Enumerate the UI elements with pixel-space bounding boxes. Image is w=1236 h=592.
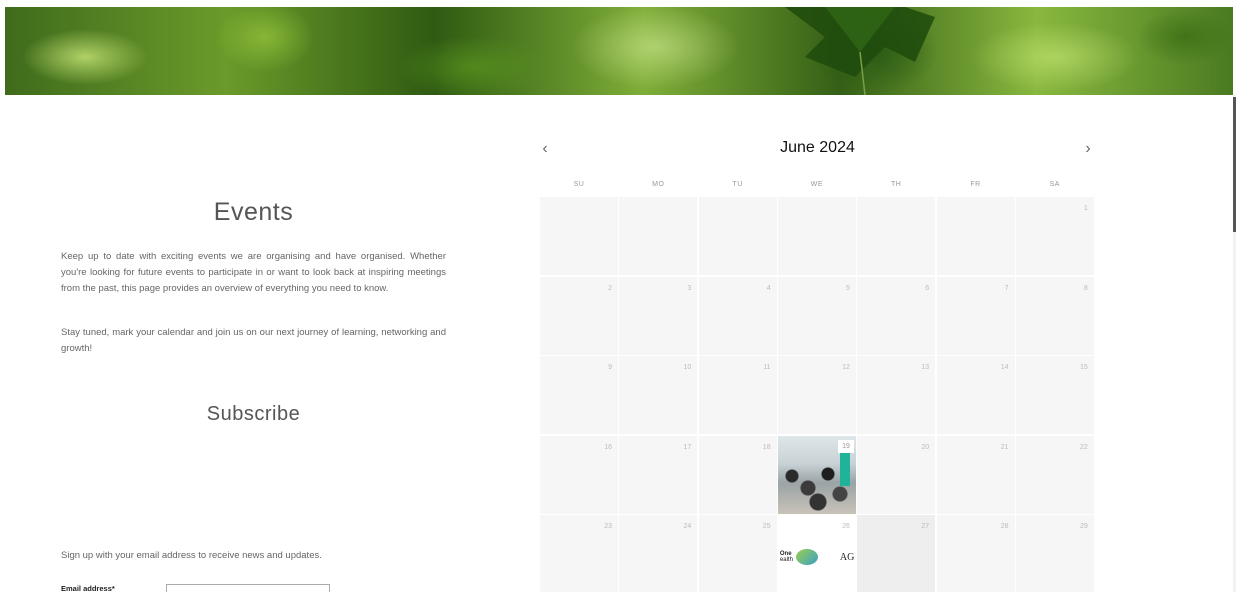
- calendar-day-empty: [698, 197, 777, 275]
- calendar-day-16[interactable]: 16: [540, 435, 618, 514]
- calendar-day-empty: [857, 197, 936, 275]
- calendar-day-22[interactable]: 22: [1015, 435, 1094, 514]
- calendar-next-button[interactable]: ›: [1080, 140, 1096, 158]
- calendar-day-10[interactable]: 10: [619, 356, 698, 434]
- day-number: 8: [1083, 284, 1088, 292]
- weekday-tu: TU: [732, 181, 743, 188]
- day-number: 21: [1000, 443, 1009, 451]
- hero-banner: [5, 7, 1233, 95]
- calendar-day-23[interactable]: 23: [540, 515, 618, 592]
- events-intro-paragraph: Keep up to date with exciting events we …: [61, 251, 446, 294]
- calendar-day-13[interactable]: 13: [857, 356, 936, 434]
- calendar-day-29[interactable]: 29: [1015, 515, 1094, 592]
- day-number: 22: [1080, 443, 1088, 451]
- calendar-day-20[interactable]: 20: [857, 435, 936, 514]
- calendar-day-1[interactable]: 1: [1015, 197, 1094, 275]
- calendar-day-21[interactable]: 21: [936, 435, 1015, 514]
- day-number: 2: [608, 284, 612, 292]
- calendar-day-12[interactable]: 12: [777, 356, 856, 434]
- day-number: 15: [1080, 364, 1088, 371]
- day-number: 12: [842, 364, 850, 371]
- calendar-day-25[interactable]: 25: [698, 515, 777, 592]
- day-number: 5: [845, 284, 850, 292]
- subscribe-heading: Subscribe: [206, 403, 301, 425]
- day-number: 16: [604, 443, 612, 451]
- calendar-day-5[interactable]: 5: [777, 276, 856, 355]
- calendar-day-empty: [540, 197, 618, 275]
- weekday-mo: MO: [652, 181, 665, 188]
- ag-logo: AG: [839, 552, 855, 563]
- day-number: 9: [608, 364, 612, 371]
- calendar-day-26[interactable]: One ealth AG 26: [777, 515, 856, 592]
- calendar-prev-button[interactable]: ‹: [537, 140, 553, 158]
- email-label: Email address*: [61, 584, 115, 592]
- calendar-day-19[interactable]: 19: [777, 435, 856, 514]
- calendar-day-empty: [936, 197, 1015, 275]
- signup-text: Sign up with your email address to recei…: [61, 550, 322, 561]
- weekday-fr: FR: [970, 181, 981, 188]
- calendar-day-15[interactable]: 15: [1015, 356, 1094, 434]
- calendar-day-14[interactable]: 14: [936, 356, 1015, 434]
- day-number: 25: [762, 523, 771, 530]
- day-number: 7: [1004, 284, 1009, 292]
- weekday-th: TH: [891, 181, 902, 188]
- calendar-day-empty: [777, 197, 856, 275]
- day-number: 3: [687, 284, 692, 292]
- events-heading: Events: [213, 198, 294, 226]
- calendar-day-3[interactable]: 3: [619, 276, 698, 355]
- day-number: 11: [763, 364, 771, 371]
- weekday-sa: SA: [1049, 181, 1060, 188]
- day-number: 20: [921, 443, 930, 451]
- weekday-su: SU: [573, 181, 585, 188]
- calendar-day-17[interactable]: 17: [619, 435, 698, 514]
- day-number: 19: [838, 439, 854, 453]
- calendar-day-4[interactable]: 4: [698, 276, 777, 355]
- day-number: 13: [921, 364, 930, 371]
- calendar-month-title: June 2024: [780, 139, 855, 156]
- day-number: 10: [683, 364, 692, 371]
- chevron-left-icon: ‹: [542, 140, 548, 157]
- calendar-day-28[interactable]: 28: [936, 515, 1015, 592]
- calendar-day-9[interactable]: 9: [540, 356, 618, 434]
- day-number: 27: [921, 523, 930, 530]
- chevron-right-icon: ›: [1085, 140, 1091, 157]
- calendar-day-24[interactable]: 24: [619, 515, 698, 592]
- day-number: 24: [683, 523, 692, 530]
- calendar-day-11[interactable]: 11: [698, 356, 777, 434]
- partner-logo-icon: [795, 549, 818, 565]
- email-field[interactable]: [166, 584, 330, 592]
- calendar-day-empty: [619, 197, 698, 275]
- calendar-day-27[interactable]: 27: [857, 515, 936, 592]
- day-number: 6: [925, 284, 930, 292]
- day-number: 18: [762, 443, 771, 451]
- calendar-day-6[interactable]: 6: [857, 276, 936, 355]
- calendar-day-8[interactable]: 8: [1015, 276, 1094, 355]
- day-number: 26: [842, 523, 850, 530]
- event-logos[interactable]: One ealth AG: [778, 549, 856, 569]
- calendar-day-2[interactable]: 2: [540, 276, 618, 355]
- calendar-day-18[interactable]: 18: [698, 435, 777, 514]
- calendar-day-7[interactable]: 7: [936, 276, 1015, 355]
- day-number: 4: [766, 284, 771, 292]
- day-number: 28: [1000, 523, 1009, 530]
- day-number: 23: [604, 523, 612, 530]
- day-number: 29: [1080, 523, 1088, 530]
- leaf-icon: [785, 7, 935, 95]
- day-number: 1: [1083, 205, 1088, 212]
- weekday-we: WE: [810, 181, 824, 188]
- day-number: 17: [683, 443, 692, 451]
- one-health-logo: One ealth: [779, 551, 793, 563]
- events-stay-tuned-paragraph: Stay tuned, mark your calendar and join …: [61, 327, 446, 354]
- day-number: 14: [1000, 364, 1009, 371]
